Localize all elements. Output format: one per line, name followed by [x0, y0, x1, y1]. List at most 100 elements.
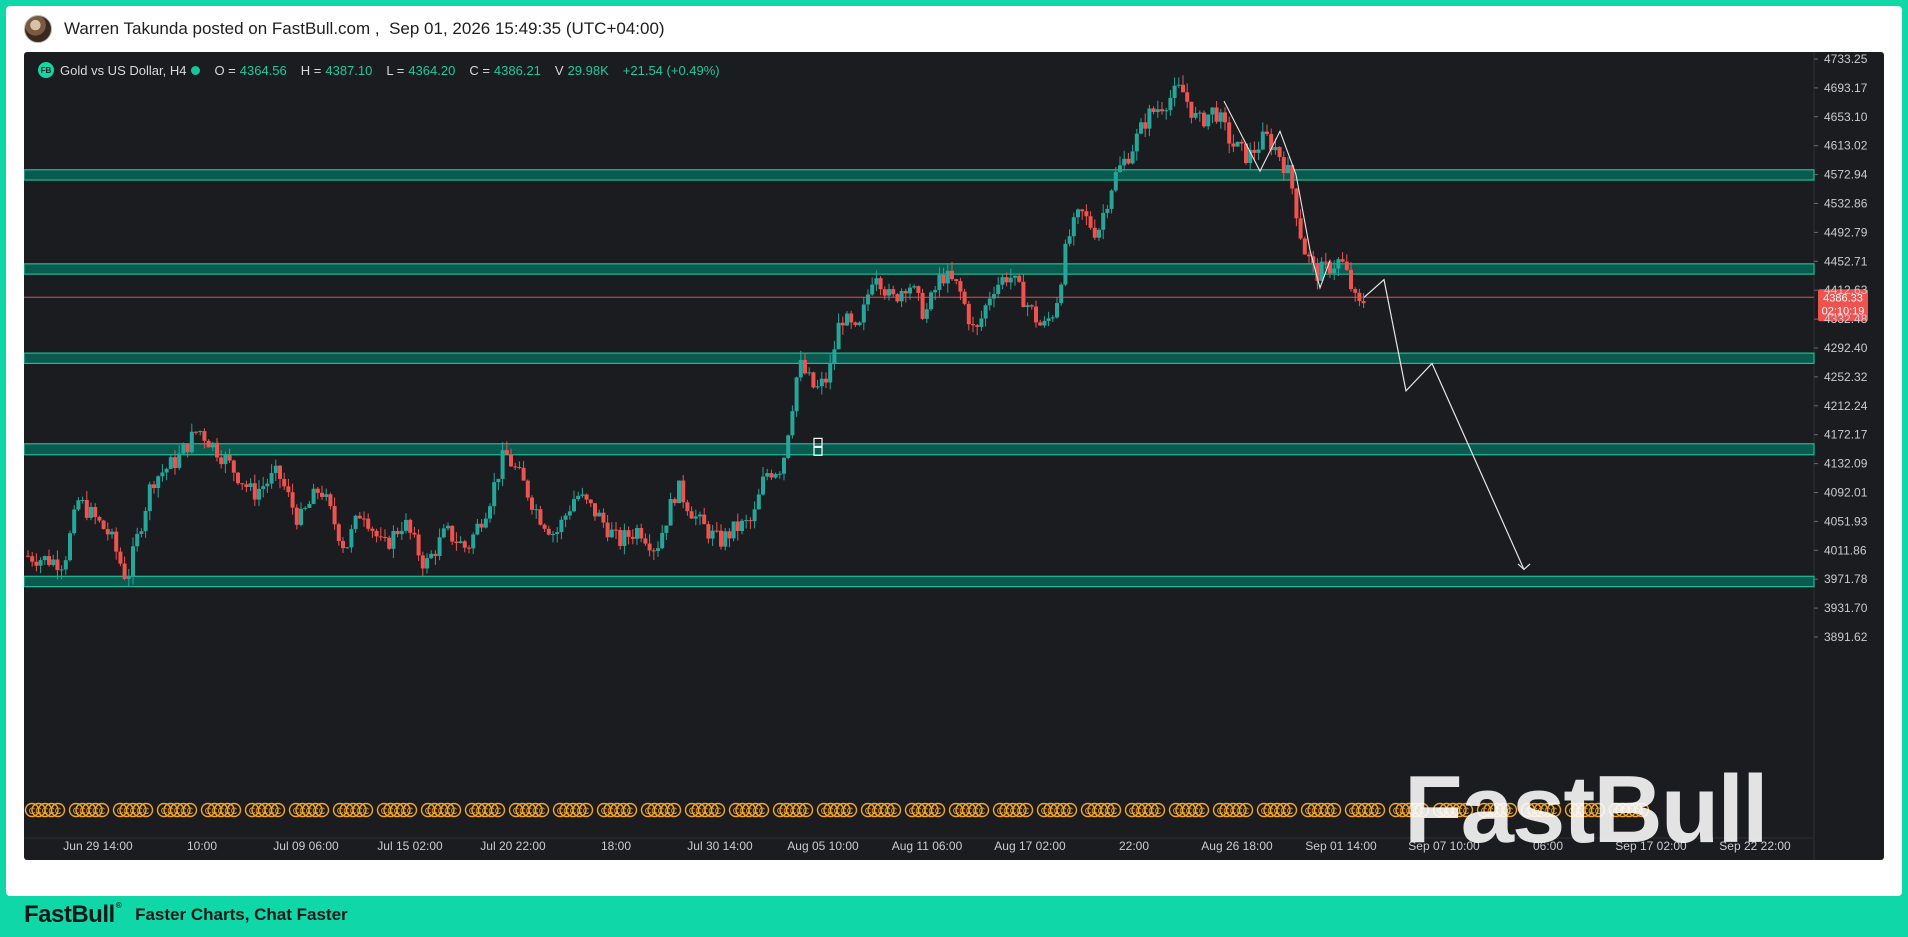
- candle-body: [47, 556, 51, 565]
- candle-body: [1185, 92, 1190, 102]
- candle-body: [1155, 109, 1160, 113]
- candle-body: [500, 450, 505, 479]
- candle-body: [437, 537, 442, 556]
- candle-body: [349, 529, 354, 548]
- candle-body: [903, 290, 908, 294]
- event-marker-glyph: C: [671, 806, 678, 816]
- candle-body: [210, 442, 215, 448]
- candle-body: [1281, 157, 1286, 174]
- candle-body: [996, 284, 1001, 295]
- chart-area[interactable]: 4386.33 02:10:19 C C C C C C C C C C C C C C C C C C C C C C C C C…: [24, 52, 1884, 860]
- post-timestamp: Sep 01, 2026 15:49:35 (UTC+04:00): [389, 19, 665, 38]
- candle-body: [194, 431, 198, 433]
- footer-logo[interactable]: FastBull®: [24, 901, 122, 929]
- candle-body: [740, 520, 744, 532]
- candle-body: [1168, 97, 1173, 111]
- y-tick-label: 4132.09: [1824, 457, 1868, 471]
- candle-body: [891, 289, 896, 295]
- support-resistance-zone: [24, 263, 1815, 275]
- candle-body: [475, 523, 480, 535]
- candle-body: [404, 519, 408, 531]
- candle-body: [370, 528, 375, 531]
- candle-body: [1265, 131, 1269, 135]
- candle-body: [236, 472, 240, 484]
- candle-body: [299, 508, 303, 525]
- symbol-name[interactable]: Gold vs US Dollar, H4: [60, 63, 186, 78]
- candle-body: [261, 486, 266, 489]
- candle-body: [819, 378, 824, 387]
- candle-body: [971, 324, 975, 326]
- candle-body: [798, 359, 803, 378]
- candle-body: [1071, 217, 1076, 237]
- candle-body: [593, 503, 597, 517]
- candle-body: [614, 529, 618, 531]
- x-tick-label: Aug 26 18:00: [1201, 839, 1273, 853]
- candle-body: [328, 494, 333, 507]
- candle-body: [929, 292, 933, 310]
- candle-body: [702, 514, 707, 525]
- candle-body: [853, 322, 858, 326]
- footer-tagline: Faster Charts, Chat Faster: [135, 905, 348, 924]
- candle-body: [467, 547, 471, 549]
- candle-body: [105, 529, 110, 535]
- candle-body: [924, 309, 929, 319]
- candle-body: [374, 530, 379, 537]
- candle-body: [1256, 149, 1261, 153]
- candle-body: [219, 457, 224, 465]
- candle-body: [714, 530, 719, 532]
- candle-body: [1017, 275, 1022, 282]
- candle-body: [756, 494, 761, 510]
- candle-body: [656, 548, 660, 551]
- post-author[interactable]: Warren Takunda posted on FastBull.com: [64, 19, 370, 39]
- support-resistance-zone: [24, 352, 1815, 365]
- event-marker-glyph: C: [627, 806, 634, 816]
- event-marker-glyph: C: [1199, 806, 1206, 816]
- candle-body: [1332, 268, 1337, 274]
- event-marker-glyph: C: [1023, 806, 1030, 816]
- user-avatar[interactable]: [24, 15, 52, 43]
- candle-body: [1105, 208, 1110, 213]
- candle-body: [1050, 317, 1055, 319]
- y-tick-label: 3971.78: [1824, 572, 1868, 586]
- candle-body: [408, 519, 413, 533]
- candle-body: [1214, 107, 1219, 122]
- candle-body: [647, 543, 652, 551]
- candle-body: [538, 509, 543, 525]
- event-marker-glyph: C: [231, 806, 238, 816]
- candle-body: [483, 518, 488, 528]
- symbol-legend: FB Gold vs US Dollar, H4 O = 4364.56 H =…: [38, 62, 734, 78]
- candle-body: [110, 531, 114, 535]
- candle-body: [63, 560, 68, 570]
- candle-body: [38, 560, 43, 566]
- candle-body: [861, 304, 866, 323]
- support-resistance-zone: [24, 169, 1815, 181]
- event-marker-glyph: C: [583, 806, 590, 816]
- candle-body: [257, 488, 261, 500]
- candle-body: [685, 502, 690, 512]
- candle-body: [1134, 133, 1139, 152]
- event-marker-glyph: C: [407, 806, 414, 816]
- y-tick-label: 4572.94: [1824, 168, 1868, 182]
- candle-body: [425, 558, 429, 569]
- candle-body: [492, 482, 497, 507]
- y-tick-label: 4172.17: [1824, 428, 1868, 442]
- candle-body: [1097, 229, 1101, 238]
- candle-body: [840, 322, 845, 326]
- candle-body: [122, 563, 127, 579]
- candle-body: [1143, 122, 1148, 129]
- candle-body: [290, 492, 295, 508]
- candle-body: [303, 507, 308, 509]
- candle-body: [168, 457, 173, 469]
- x-tick-label: Jul 09 06:00: [273, 839, 339, 853]
- candle-body: [156, 476, 161, 489]
- candle-body: [794, 377, 799, 412]
- price-chart[interactable]: 4386.3302:10:19C C C C C C C C C C C C C C C C C C C C C C C C C…: [24, 52, 1884, 860]
- candle-body: [1034, 306, 1038, 323]
- candle-body: [479, 523, 484, 528]
- event-marker-glyph: C: [1331, 806, 1338, 816]
- forecast-projection-line: [1363, 278, 1525, 570]
- candle-body: [857, 322, 862, 326]
- candle-body: [525, 480, 530, 498]
- candle-body: [114, 531, 119, 552]
- candle-body: [580, 494, 585, 496]
